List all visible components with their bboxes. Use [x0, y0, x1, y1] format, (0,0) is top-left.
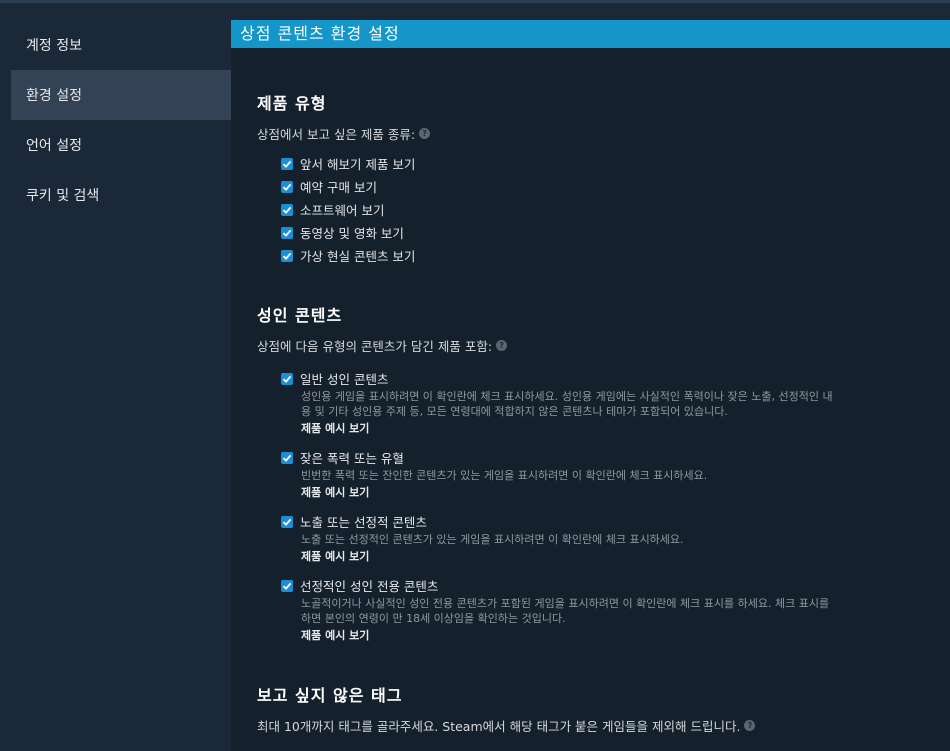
checkbox-video[interactable]: 동영상 및 영화 보기: [281, 221, 415, 244]
checkbox-early-access[interactable]: 앞서 해보기 제품 보기: [281, 152, 415, 175]
sidebar-item-account[interactable]: 계정 정보: [11, 20, 231, 70]
adult-option-general: 일반 성인 콘텐츠 성인용 게임을 표시하려면 이 확인란에 체크 표시하세요.…: [281, 369, 921, 436]
checkbox-vr[interactable]: 가상 현실 콘텐츠 보기: [281, 244, 415, 267]
section-description-text: 최대 10개까지 태그를 골라주세요. Steam에서 해당 태그가 붙은 게임…: [257, 719, 741, 734]
view-examples-link[interactable]: 제품 예시 보기: [301, 627, 921, 643]
description-line: 하면 본인의 연령이 만 18세 이상임을 확인하는 것입니다.: [301, 612, 566, 625]
checkbox-software[interactable]: 소프트웨어 보기: [281, 198, 415, 221]
description-line: 노출 또는 선정적인 콘텐츠가 있는 게임을 표시하려면 이 확인란에 체크 표…: [301, 533, 684, 546]
section-title: 제품 유형: [257, 94, 327, 113]
check-icon[interactable]: [281, 203, 293, 216]
checkbox-nudity-sexual[interactable]: 노출 또는 선정적 콘텐츠: [281, 512, 921, 531]
description-line: 성인용 게임을 표시하려면 이 확인란에 체크 표시하세요. 성인용 게임에는 …: [301, 390, 833, 403]
help-icon[interactable]: ?: [744, 720, 756, 731]
help-icon[interactable]: ?: [419, 128, 431, 139]
sidebar-item-label: 환경 설정: [26, 88, 82, 104]
sidebar-item-label: 쿠키 및 검색: [26, 188, 100, 204]
checkbox-general-mature[interactable]: 일반 성인 콘텐츠: [281, 369, 921, 388]
check-icon[interactable]: [281, 226, 293, 239]
check-icon[interactable]: [281, 579, 293, 592]
sidebar-item-label: 계정 정보: [26, 38, 82, 54]
section-description: 상점에 다음 유형의 콘텐츠가 담긴 제품 포함: ?: [257, 336, 508, 355]
description-line: 용 및 기타 성인용 주제 등, 모든 연령대에 적합하지 않은 콘텐츠나 테마…: [301, 405, 728, 418]
sidebar-item-label: 언어 설정: [26, 138, 82, 154]
checkbox-label: 소프트웨어 보기: [300, 203, 385, 218]
main-panel: 상점 콘텐츠 환경 설정 제품 유형 상점에서 보고 싶은 제품 종류: ? 앞…: [231, 20, 950, 751]
view-examples-link[interactable]: 제품 예시 보기: [301, 420, 921, 436]
section-description-text: 상점에서 보고 싶은 제품 종류:: [257, 127, 416, 142]
check-icon[interactable]: [281, 451, 293, 464]
checkbox-label: 앞서 해보기 제품 보기: [300, 157, 416, 172]
adult-option-nudity: 노출 또는 선정적 콘텐츠 노출 또는 선정적인 콘텐츠가 있는 게임을 표시하…: [281, 512, 921, 564]
product-type-list: 앞서 해보기 제품 보기 예약 구매 보기 소프트웨어 보기 동영상 및 영화 …: [281, 152, 415, 267]
checkbox-label: 노출 또는 선정적 콘텐츠: [300, 515, 427, 530]
section-description: 상점에서 보고 싶은 제품 종류: ?: [257, 124, 431, 143]
view-examples-link[interactable]: 제품 예시 보기: [301, 548, 921, 564]
option-description: 빈번한 폭력 또는 잔인한 콘텐츠가 있는 게임을 표시하려면 이 확인란에 체…: [301, 468, 921, 483]
check-icon[interactable]: [281, 372, 293, 385]
product-types-section: 제품 유형 상점에서 보고 싶은 제품 종류: ?: [257, 90, 431, 143]
sidebar-item-language[interactable]: 언어 설정: [11, 120, 231, 170]
checkbox-label: 동영상 및 영화 보기: [300, 226, 404, 241]
option-description: 성인용 게임을 표시하려면 이 확인란에 체크 표시하세요. 성인용 게임에는 …: [301, 389, 921, 419]
description-line: 노골적이거나 사실적인 성인 전용 콘텐츠가 포함된 게임을 표시하려면 이 확…: [301, 597, 830, 610]
checkbox-label: 선정적인 성인 전용 콘텐츠: [300, 579, 439, 594]
checkbox-label: 가상 현실 콘텐츠 보기: [300, 249, 416, 264]
sidebar-item-preferences[interactable]: 환경 설정: [11, 70, 231, 120]
check-icon[interactable]: [281, 157, 293, 170]
section-title: 보고 싶지 않은 태그: [257, 686, 403, 705]
help-icon[interactable]: ?: [496, 340, 508, 351]
option-description: 노출 또는 선정적인 콘텐츠가 있는 게임을 표시하려면 이 확인란에 체크 표…: [301, 532, 921, 547]
checkbox-label: 일반 성인 콘텐츠: [300, 372, 389, 387]
adult-option-violence: 잦은 폭력 또는 유혈 빈번한 폭력 또는 잔인한 콘텐츠가 있는 게임을 표시…: [281, 448, 921, 500]
check-icon[interactable]: [281, 249, 293, 262]
sidebar: 계정 정보 환경 설정 언어 설정 쿠키 및 검색: [0, 3, 231, 751]
section-title: 성인 콘텐츠: [257, 306, 343, 325]
description-line: 빈번한 폭력 또는 잔인한 콘텐츠가 있는 게임을 표시하려면 이 확인란에 체…: [301, 469, 708, 482]
check-icon[interactable]: [281, 515, 293, 528]
checkbox-preorders[interactable]: 예약 구매 보기: [281, 175, 415, 198]
excluded-tags-section: 보고 싶지 않은 태그 최대 10개까지 태그를 골라주세요. Steam에서 …: [257, 682, 756, 735]
page-title: 상점 콘텐츠 환경 설정: [231, 20, 950, 48]
adult-option-adult-only: 선정적인 성인 전용 콘텐츠 노골적이거나 사실적인 성인 전용 콘텐츠가 포함…: [281, 576, 921, 643]
checkbox-label: 잦은 폭력 또는 유혈: [300, 451, 404, 466]
checkbox-adult-only-sexual[interactable]: 선정적인 성인 전용 콘텐츠: [281, 576, 921, 595]
adult-content-section: 성인 콘텐츠 상점에 다음 유형의 콘텐츠가 담긴 제품 포함: ?: [257, 302, 508, 355]
checkbox-violence-gore[interactable]: 잦은 폭력 또는 유혈: [281, 448, 921, 467]
checkbox-label: 예약 구매 보기: [300, 180, 377, 195]
section-description-text: 상점에 다음 유형의 콘텐츠가 담긴 제품 포함:: [257, 339, 493, 354]
option-description: 노골적이거나 사실적인 성인 전용 콘텐츠가 포함된 게임을 표시하려면 이 확…: [301, 596, 921, 626]
sidebar-item-cookies[interactable]: 쿠키 및 검색: [11, 170, 231, 220]
view-examples-link[interactable]: 제품 예시 보기: [301, 484, 921, 500]
section-description: 최대 10개까지 태그를 골라주세요. Steam에서 해당 태그가 붙은 게임…: [257, 716, 756, 735]
check-icon[interactable]: [281, 180, 293, 193]
